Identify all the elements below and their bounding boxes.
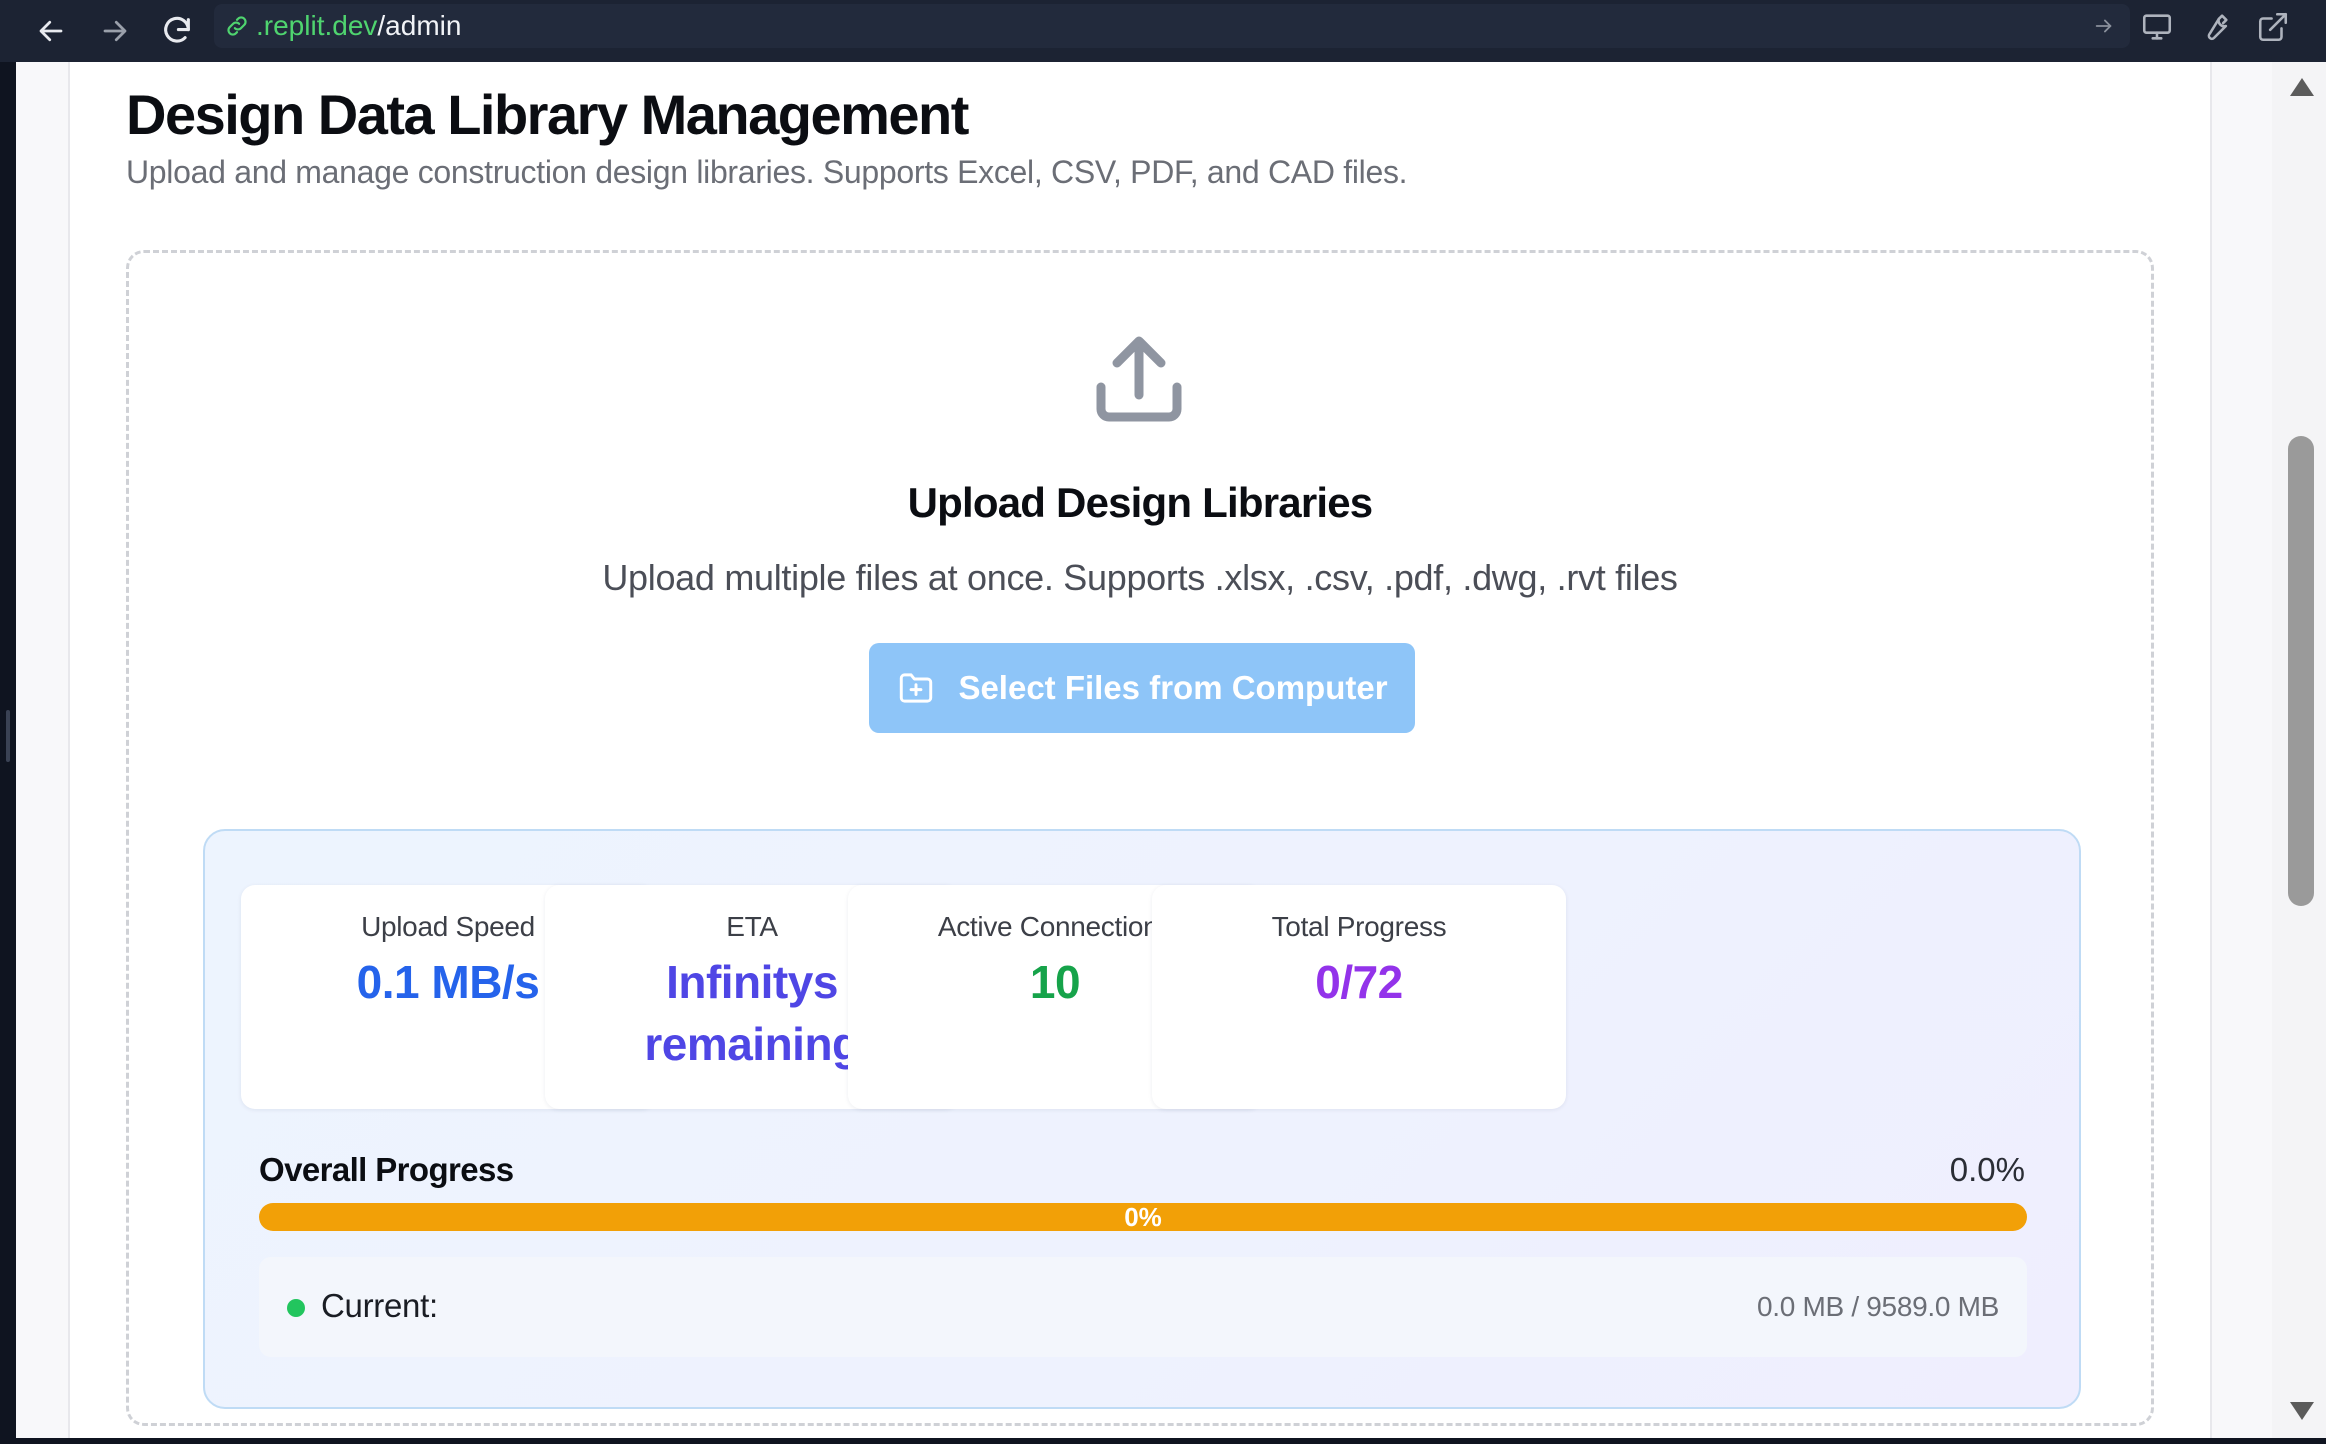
window-bottom-edge [16,1438,2326,1444]
status-dot [287,1299,305,1317]
stat-value-total-progress: 0/72 [1315,956,1403,1008]
dropzone-subtitle: Upload multiple files at once. Supports … [602,557,1678,598]
upload-progress-panel: Upload Speed 0.1 MB/s ETA Infinitys rema… [203,829,2081,1409]
overall-progress-bar-text: 0% [1124,1203,1162,1231]
reload-icon[interactable] [152,6,202,56]
scroll-up-arrow-icon[interactable] [2290,78,2314,96]
left-gutter [0,62,16,1444]
page-title: Design Data Library Management [126,83,969,146]
page-subtitle: Upload and manage construction design li… [126,154,1408,190]
stat-label: Total Progress [1271,911,1447,942]
folder-plus-icon [896,670,936,706]
page-viewport: Design Data Library Management Upload an… [16,62,2326,1438]
devices-icon[interactable] [2134,4,2180,50]
external-link-icon[interactable] [2250,4,2296,50]
wrench-icon[interactable] [2192,4,2238,50]
upload-dropzone[interactable]: Upload Design Libraries Upload multiple … [126,250,2154,1426]
overall-progress-bar: 0% [259,1203,2027,1231]
scrollbar-thumb[interactable] [2288,436,2314,906]
select-files-button[interactable]: Select Files from Computer [869,643,1415,733]
upload-icon [1089,333,1189,433]
url-host: .replit.dev [256,10,378,41]
vertical-scrollbar[interactable] [2272,62,2326,1438]
forward-icon[interactable] [90,6,140,56]
current-file-status: Current: 0.0 MB / 9589.0 MB [259,1257,2027,1357]
go-arrow-icon[interactable] [2088,10,2120,42]
back-icon[interactable] [26,6,76,56]
select-files-label: Select Files from Computer [958,669,1388,706]
overall-progress-label: Overall Progress [259,1151,514,1188]
overall-progress-percent: 0.0% [1949,1151,2025,1188]
page-margin-right [2210,62,2272,1438]
current-file-label: Current: [321,1287,438,1324]
scroll-down-arrow-icon[interactable] [2290,1402,2314,1420]
browser-toolbar: .replit.dev/admin [0,0,2326,62]
stat-card-total-progress: Total Progress 0/72 [1152,885,1566,1109]
page-margin-left [16,62,70,1438]
dropzone-title: Upload Design Libraries [907,479,1374,526]
current-file-size: 0.0 MB / 9589.0 MB [1756,1291,1999,1322]
resize-handle[interactable] [6,710,10,762]
url-path: /admin [377,10,462,41]
link-icon [224,13,250,39]
address-bar[interactable]: .replit.dev/admin [214,4,2130,48]
